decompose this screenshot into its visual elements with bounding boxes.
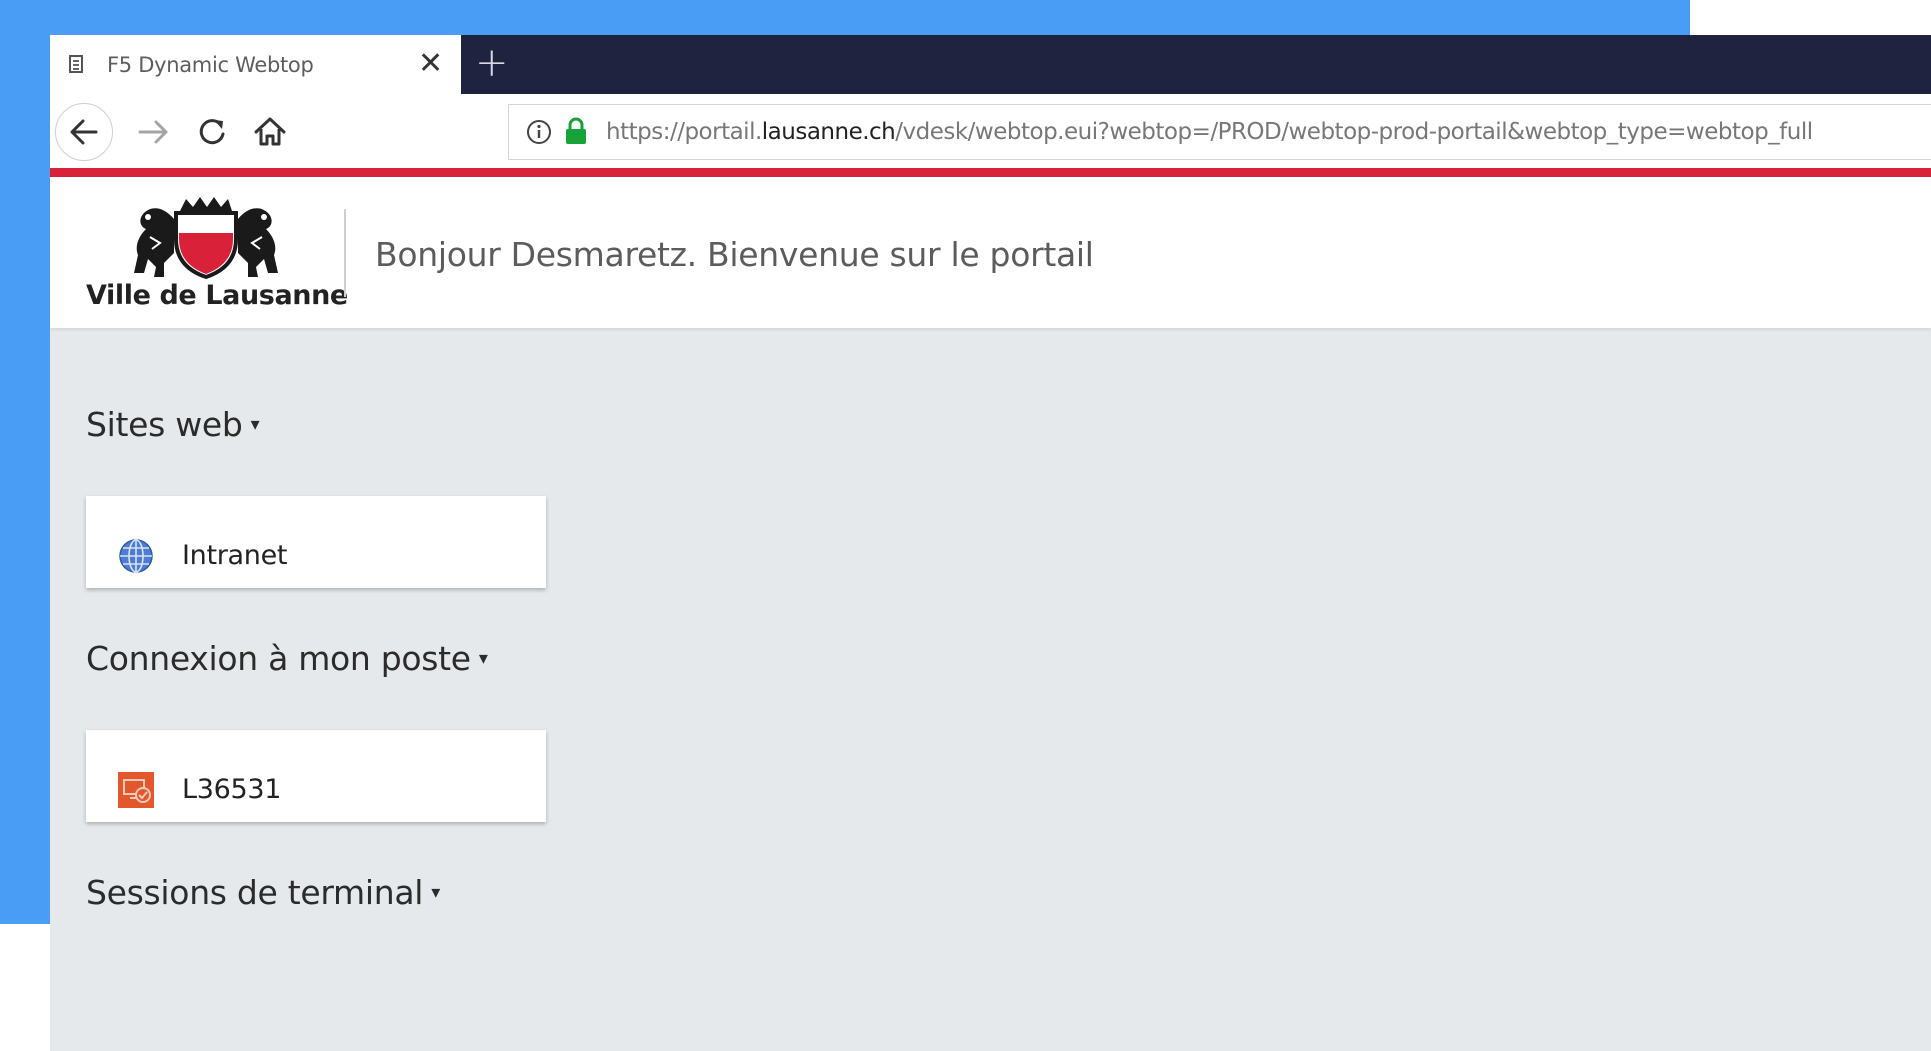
resource-label: L36531 <box>182 774 282 805</box>
section-title: Sessions de terminal <box>86 873 424 912</box>
portal-header: Ville de Lausanne Bonjour Desmaretz. Bie… <box>50 177 1931 328</box>
navigation-toolbar: https://portail.lausanne.ch/vdesk/webtop… <box>50 94 1931 168</box>
page-icon <box>69 55 83 73</box>
browser-window: F5 Dynamic Webtop ✕ + https://portail.la… <box>50 35 1931 1051</box>
url-text: https://portail.lausanne.ch/vdesk/webtop… <box>606 119 1813 145</box>
back-arrow-icon <box>70 119 98 145</box>
globe-icon <box>119 539 153 573</box>
section-title: Sites web <box>86 405 243 444</box>
reload-icon[interactable] <box>192 112 232 152</box>
welcome-message: Bonjour Desmaretz. Bienvenue sur le port… <box>375 235 1094 274</box>
caret-down-icon: ▾ <box>250 414 260 435</box>
resource-label: Intranet <box>182 540 288 571</box>
caret-down-icon: ▾ <box>478 648 488 669</box>
tab-title: F5 Dynamic Webtop <box>107 53 314 77</box>
lausanne-crest-logo <box>134 197 278 279</box>
address-bar[interactable]: https://portail.lausanne.ch/vdesk/webtop… <box>508 104 1931 160</box>
tab-active[interactable]: F5 Dynamic Webtop ✕ <box>50 35 461 94</box>
accent-bar <box>50 168 1931 177</box>
new-tab-button[interactable]: + <box>475 39 509 87</box>
caret-down-icon: ▾ <box>431 882 440 903</box>
url-domain: lausanne.ch <box>761 119 896 145</box>
info-icon[interactable] <box>525 118 553 146</box>
section-sites-web-toggle[interactable]: Sites web ▾ <box>86 405 260 444</box>
section-title: Connexion à mon poste <box>86 639 471 678</box>
resource-card-l36531[interactable]: L36531 <box>86 730 546 822</box>
url-prefix: https://portail. <box>606 119 762 145</box>
resource-card-intranet[interactable]: Intranet <box>86 496 546 588</box>
section-sessions-terminal-toggle[interactable]: Sessions de terminal ▾ <box>86 873 440 912</box>
url-path: /vdesk/webtop.eui?webtop=/PROD/webtop-pr… <box>895 119 1813 145</box>
tab-strip: F5 Dynamic Webtop ✕ + <box>50 35 1931 94</box>
logo-text: Ville de Lausanne <box>86 280 348 311</box>
section-connexion-toggle[interactable]: Connexion à mon poste ▾ <box>86 639 488 678</box>
header-divider <box>344 209 346 297</box>
close-tab-icon[interactable]: ✕ <box>418 47 443 81</box>
forward-arrow-icon[interactable] <box>134 112 174 152</box>
back-button[interactable] <box>55 103 113 161</box>
remote-desktop-icon <box>118 772 154 808</box>
home-icon[interactable] <box>250 111 290 151</box>
lock-icon <box>566 117 586 144</box>
